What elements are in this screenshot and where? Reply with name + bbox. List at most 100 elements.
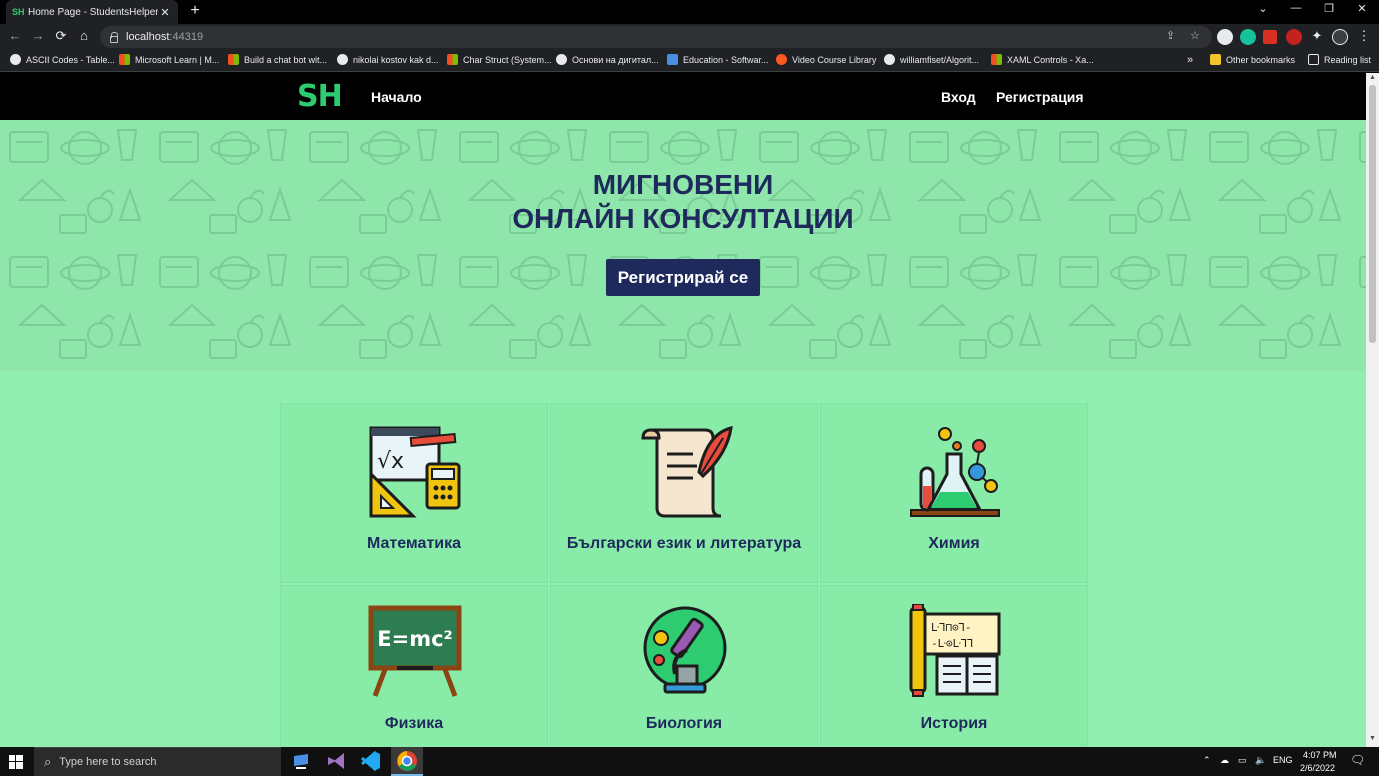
subject-card-chemistry[interactable]: Химия — [820, 403, 1088, 583]
globe-icon — [10, 54, 21, 65]
github-icon — [884, 54, 895, 65]
task-view-icon[interactable] — [290, 750, 312, 772]
hero-section: МИГНОВЕНИ ОНЛАЙН КОНСУЛТАЦИИ Регистрирай… — [0, 120, 1366, 371]
bookmark-item[interactable]: Build a chat bot wit... — [228, 54, 327, 65]
page-scrollbar[interactable]: ▲ ▼ — [1366, 73, 1379, 747]
hero-title-line2: ОНЛАЙН КОНСУЛТАЦИИ — [512, 203, 854, 234]
subject-card-biology[interactable]: Биология — [550, 585, 818, 747]
windows-start-icon[interactable] — [9, 755, 23, 769]
microsoft-icon — [991, 54, 1002, 65]
minimize-window-icon[interactable]: — — [1286, 2, 1306, 14]
extension-circle-icon[interactable] — [1332, 29, 1348, 45]
bookmark-item[interactable]: Education - Softwar... — [667, 54, 769, 65]
browser-tab[interactable]: SH Home Page - StudentsHelper ✕ — [6, 0, 178, 24]
taskbar-clock-date[interactable]: 2/6/2022 — [1300, 763, 1335, 773]
bookmark-item[interactable]: williamfiset/Algorit... — [884, 54, 979, 65]
physics-blackboard-icon: E=mc² — [368, 605, 462, 697]
subject-label: Физика — [384, 715, 444, 732]
scroll-up-arrow-icon[interactable]: ▲ — [1366, 74, 1379, 84]
reload-icon[interactable]: ⟳ — [52, 28, 70, 44]
tray-chevron-icon[interactable]: ⌃ — [1203, 755, 1211, 766]
bookmark-label: Build a chat bot wit... — [244, 54, 328, 65]
web-page: SH Начало Вход Регистрация МИГНОВЕНИ ОНЛ… — [0, 73, 1366, 747]
bookmark-item[interactable]: XAML Controls - Xa... — [991, 54, 1094, 65]
bookmark-label: Video Course Library — [792, 54, 877, 65]
browser-tab-strip: SH Home Page - StudentsHelper ✕ + ⌄ — ❐ … — [0, 0, 1379, 24]
profile-avatar-icon[interactable] — [1217, 29, 1233, 45]
pdf-extension-icon[interactable] — [1263, 30, 1277, 44]
bookmark-item[interactable]: nikolai kostov kak d... — [337, 54, 439, 65]
education-icon — [667, 54, 678, 65]
folder-icon — [1210, 54, 1221, 65]
bookmark-item[interactable]: Char Struct (System... — [447, 54, 552, 65]
url-host: localhost — [126, 31, 170, 43]
nav-home-link[interactable]: Начало — [371, 89, 422, 105]
network-icon[interactable]: ▭ — [1238, 755, 1247, 766]
scroll-quill-icon — [641, 425, 733, 518]
scrollbar-thumb[interactable] — [1369, 85, 1376, 343]
math-icon: √x — [369, 426, 461, 518]
subject-label: История — [920, 715, 988, 732]
notifications-icon[interactable]: 🗨 — [1350, 753, 1365, 767]
bookmark-label: williamfiset/Algorit... — [900, 54, 980, 65]
taskbar-search-box[interactable]: ⌕ Type here to search — [34, 747, 281, 776]
browser-menu-icon[interactable]: ⋮ — [1355, 28, 1373, 44]
register-cta-button[interactable]: Регистрирай се — [606, 259, 760, 296]
cloud-icon[interactable]: ☁ — [1220, 755, 1229, 766]
forward-arrow-icon[interactable]: → — [29, 28, 47, 43]
grammarly-extension-icon[interactable] — [1240, 29, 1256, 45]
tab-title: Home Page - StudentsHelper — [28, 6, 158, 18]
chrome-icon — [397, 751, 417, 771]
subject-label: Химия — [928, 535, 980, 552]
volume-icon[interactable]: 🔈 — [1255, 755, 1266, 766]
subject-card-physics[interactable]: E=mc² Физика — [280, 585, 548, 747]
reading-list[interactable]: Reading list — [1308, 54, 1371, 65]
subject-card-bulgarian[interactable]: Български език и литература — [550, 403, 818, 583]
share-icon[interactable]: ⇪ — [1166, 29, 1175, 42]
tab-favicon: SH — [12, 7, 25, 17]
subject-card-math[interactable]: √x Математика — [280, 403, 548, 583]
more-bookmarks-chevron[interactable]: » — [1187, 54, 1193, 66]
tab-close-icon[interactable]: ✕ — [158, 6, 172, 19]
google-icon — [556, 54, 567, 65]
nav-login-link[interactable]: Вход — [941, 89, 976, 105]
reading-list-label: Reading list — [1324, 54, 1372, 65]
bookmarks-bar: ASCII Codes - Table... Microsoft Learn |… — [0, 50, 1379, 72]
bookmark-label: ASCII Codes - Table... — [26, 54, 115, 65]
bookmark-item[interactable]: ASCII Codes - Table... — [10, 54, 115, 65]
bookmark-label: XAML Controls - Xa... — [1007, 54, 1094, 65]
home-icon[interactable]: ⌂ — [75, 28, 93, 43]
bookmark-item[interactable]: Microsoft Learn | M... — [119, 54, 219, 65]
subject-card-history[interactable]: ᒷ⅂⊓⊙⅂- -ᒷ⊙ᒷ⅂⅂ История — [820, 585, 1088, 747]
scroll-down-arrow-icon[interactable]: ▼ — [1366, 735, 1379, 745]
close-window-icon[interactable]: ✕ — [1352, 2, 1372, 15]
nav-register-link[interactable]: Регистрация — [996, 89, 1084, 105]
other-bookmarks[interactable]: Other bookmarks — [1210, 54, 1295, 65]
new-tab-button[interactable]: + — [186, 2, 204, 20]
extensions-puzzle-icon[interactable]: ✦ — [1308, 28, 1326, 44]
subject-label: Математика — [366, 535, 462, 552]
history-rune-line1: ᒷ⅂⊓⊙⅂- — [931, 621, 972, 634]
back-arrow-icon[interactable]: ← — [6, 28, 24, 43]
google-icon — [337, 54, 348, 65]
chrome-taskbar-active[interactable] — [391, 747, 423, 776]
history-rune-line2: -ᒷ⊙ᒷ⅂⅂ — [931, 637, 973, 650]
tab-search-chevron-icon[interactable]: ⌄ — [1253, 2, 1273, 15]
lock-icon[interactable] — [110, 31, 118, 43]
bookmark-star-icon[interactable]: ☆ — [1190, 29, 1200, 42]
vscode-icon[interactable] — [360, 750, 382, 772]
site-navbar: SH Начало Вход Регистрация — [0, 73, 1366, 120]
record-extension-icon[interactable] — [1286, 29, 1302, 45]
visual-studio-icon[interactable] — [325, 750, 347, 772]
microsoft-icon — [119, 54, 130, 65]
restore-window-icon[interactable]: ❐ — [1319, 2, 1339, 15]
brand-logo[interactable]: SH — [297, 79, 343, 114]
bookmark-item[interactable]: Основи на дигитал... — [556, 54, 659, 65]
input-language[interactable]: ENG — [1273, 755, 1293, 765]
svg-text:√x: √x — [377, 449, 404, 474]
bookmark-item[interactable]: Video Course Library — [776, 54, 876, 65]
subjects-grid: √x Математика Български език и литератур… — [280, 403, 1088, 747]
microsoft-icon — [228, 54, 239, 65]
address-bar[interactable]: localhost:44319 ⇪ ☆ — [100, 26, 1212, 48]
taskbar-clock-time[interactable]: 4:07 PM — [1303, 750, 1337, 760]
